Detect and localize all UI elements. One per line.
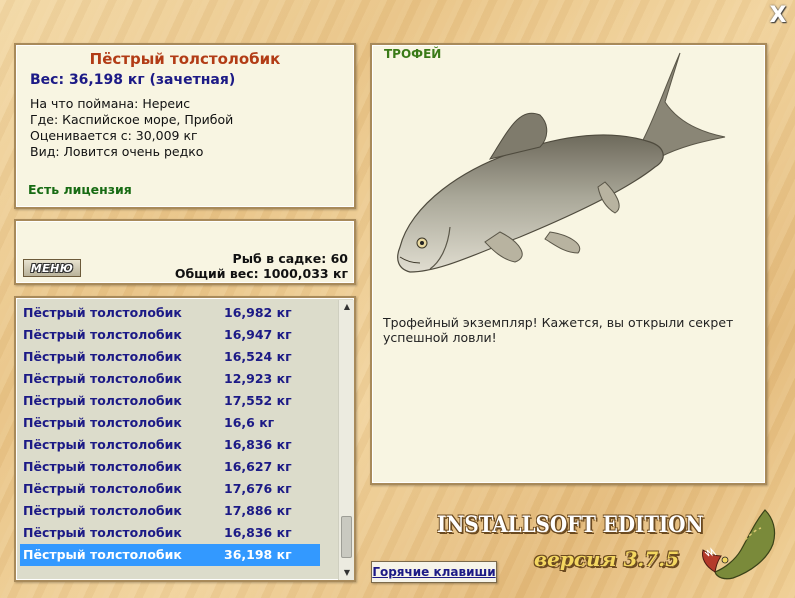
menu-button[interactable]: МЕНЮ	[23, 259, 81, 277]
row-fish-weight: 16,524 кг	[224, 349, 292, 364]
row-fish-weight: 16,6 кг	[224, 415, 275, 430]
keepnet-summary: Рыб в садке: 60 Общий вес: 1000,033 кг	[175, 251, 348, 281]
trophy-panel: ТРОФЕЙ Трофейный экземпляр! Кажется, вы …	[370, 43, 767, 485]
row-fish-name: Пёстрый толстолобик	[23, 547, 182, 562]
row-fish-name: Пёстрый толстолобик	[23, 459, 182, 474]
fish-weight: Вес: 36,198 кг (зачетная)	[30, 72, 236, 88]
row-fish-weight: 16,836 кг	[224, 525, 292, 540]
catch-list[interactable]: Пёстрый толстолобик 16,982 кг Пёстрый толс…	[14, 296, 356, 582]
row-fish-name: Пёстрый толстолобик	[23, 481, 182, 496]
row-fish-name: Пёстрый толстолобик	[23, 371, 182, 386]
row-fish-weight: 17,676 кг	[224, 481, 292, 496]
row-fish-weight: 16,982 кг	[224, 305, 292, 320]
row-fish-name: Пёстрый толстолобик	[23, 437, 182, 452]
species-note-text: Вид: Ловится очень редко	[30, 144, 204, 159]
row-fish-weight: 36,198 кг	[224, 547, 292, 562]
row-fish-weight: 16,947 кг	[224, 327, 292, 342]
row-fish-name: Пёстрый толстолобик	[23, 503, 182, 518]
trophy-label: ТРОФЕЙ	[384, 47, 442, 61]
row-fish-name: Пёстрый толстолобик	[23, 393, 182, 408]
row-fish-name: Пёстрый толстолобик	[23, 415, 182, 430]
fish-name-title: Пёстрый толстолобик	[89, 50, 281, 68]
row-fish-name: Пёстрый толстолобик	[23, 349, 182, 364]
row-fish-weight: 17,552 кг	[224, 393, 292, 408]
table-row[interactable]: Пёстрый толстолобик 16,836 кг	[20, 434, 320, 456]
hotkeys-button[interactable]: Горячие клавиши	[371, 561, 497, 583]
license-status: Есть лицензия	[28, 182, 132, 197]
version-text: версия 3.7.5	[534, 547, 680, 571]
trophy-description: Трофейный экземпляр! Кажется, вы открыли…	[383, 315, 734, 345]
row-fish-weight: 17,886 кг	[224, 503, 292, 518]
total-weight-text: Общий вес: 1000,033 кг	[174, 266, 348, 281]
scroll-down-icon[interactable]: ▼	[339, 566, 354, 580]
scroll-up-icon[interactable]: ▲	[339, 300, 354, 314]
table-row[interactable]: Пёстрый толстолобик 16,836 кг	[20, 522, 320, 544]
table-row[interactable]: Пёстрый толстолобик 17,676 кг	[20, 478, 320, 500]
table-row[interactable]: Пёстрый толстолобик 36,198 кг	[20, 544, 320, 566]
table-row[interactable]: Пёстрый толстолобик 16,947 кг	[20, 324, 320, 346]
row-fish-weight: 12,923 кг	[224, 371, 292, 386]
row-fish-name: Пёстрый толстолобик	[23, 327, 182, 342]
table-row[interactable]: Пёстрый толстолобик 12,923 кг	[20, 368, 320, 390]
row-fish-name: Пёстрый толстолобик	[23, 525, 182, 540]
table-row[interactable]: Пёстрый толстолобик 16,524 кг	[20, 346, 320, 368]
evaluated-from-text: Оценивается с: 30,009 кг	[30, 128, 198, 143]
caught-on-text: На что поймана: Нереис	[30, 96, 191, 111]
location-text: Где: Каспийское море, Прибой	[30, 112, 234, 127]
brand-title: INSTALLSOFT EDITION	[437, 512, 704, 538]
scroll-thumb[interactable]	[341, 516, 352, 558]
close-button[interactable]: X	[766, 5, 790, 27]
table-row[interactable]: Пёстрый толстолобик 16,6 кг	[20, 412, 320, 434]
keepnet-summary-panel: МЕНЮ Рыб в садке: 60 Общий вес: 1000,033…	[14, 219, 356, 285]
pike-logo-icon	[702, 509, 776, 580]
row-fish-name: Пёстрый толстолобик	[23, 305, 182, 320]
fish-count-text: Рыб в садке: 60	[232, 251, 348, 266]
row-fish-weight: 16,627 кг	[224, 459, 292, 474]
table-row[interactable]: Пёстрый толстолобик 16,982 кг	[20, 302, 320, 324]
table-row[interactable]: Пёстрый толстолобик 17,886 кг	[20, 500, 320, 522]
list-scrollbar[interactable]: ▲ ▼	[338, 300, 354, 580]
table-row[interactable]: Пёстрый толстолобик 17,552 кг	[20, 390, 320, 412]
fish-image	[397, 52, 726, 273]
fish-details: На что поймана: Нереис Где: Каспийское м…	[30, 96, 354, 160]
fish-info-panel: Пёстрый толстолобик Вес: 36,198 кг (заче…	[14, 43, 356, 209]
row-fish-weight: 16,836 кг	[224, 437, 292, 452]
table-row[interactable]: Пёстрый толстолобик 16,627 кг	[20, 456, 320, 478]
